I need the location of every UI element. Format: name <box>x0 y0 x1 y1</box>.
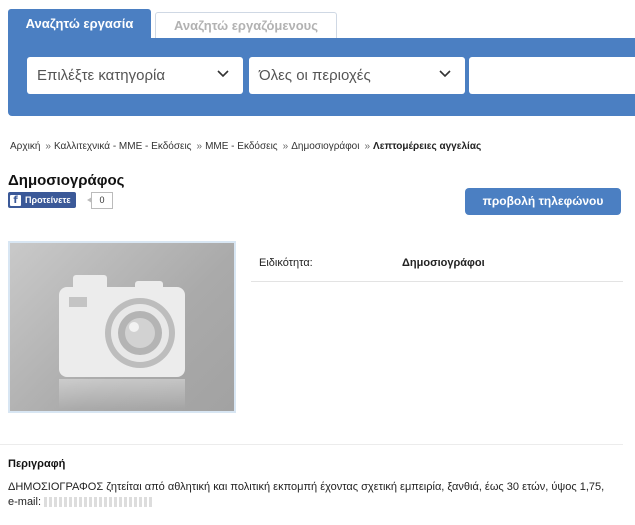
camera-placeholder-icon <box>59 275 185 409</box>
breadcrumb-separator: » <box>196 141 203 152</box>
facebook-like-count: 0 <box>87 192 113 209</box>
search-panel: Επιλέξτε κατηγορία Όλες οι περιοχές <box>8 38 635 116</box>
breadcrumb-journalists[interactable]: Δημοσιογράφοι <box>291 141 359 152</box>
region-select[interactable]: Όλες οι περιοχές <box>249 57 465 94</box>
category-select-label: Επιλέξτε κατηγορία <box>37 67 166 84</box>
specialty-label: Ειδικότητα: <box>259 257 313 269</box>
tab-employer[interactable]: Αναζητώ εργαζόμενους <box>155 12 337 39</box>
breadcrumb-current: Λεπτομέρειες αγγελίας <box>373 141 482 152</box>
facebook-icon: f <box>10 194 21 206</box>
breadcrumb-separator: » <box>282 141 289 152</box>
breadcrumb-separator: » <box>364 141 371 152</box>
breadcrumb: Αρχική» Καλλιτεχνικά - ΜΜΕ - Εκδόσεις» ΜΜΕ… <box>10 141 481 152</box>
redacted-email <box>44 497 155 508</box>
breadcrumb-media-publications[interactable]: ΜΜΕ - Εκδόσεις <box>205 141 278 152</box>
description-text: ΔΗΜΟΣΙΟΓΡΑΦΟΣ ζητείται από αθλητική και … <box>8 480 608 510</box>
divider <box>251 281 623 282</box>
tab-job-seeker[interactable]: Αναζητώ εργασία <box>8 9 151 39</box>
breadcrumb-arts-media[interactable]: Καλλιτεχνικά - ΜΜΕ - Εκδόσεις <box>54 141 192 152</box>
divider <box>0 444 623 445</box>
show-phone-button[interactable]: προβολή τηλεφώνου <box>465 188 621 215</box>
description-heading: Περιγραφή <box>8 458 66 470</box>
region-select-label: Όλες οι περιοχές <box>259 67 371 84</box>
category-select[interactable]: Επιλέξτε κατηγορία <box>27 57 243 94</box>
breadcrumb-separator: » <box>45 141 51 152</box>
facebook-like-label: Προτείνετε <box>25 195 71 205</box>
chevron-down-icon <box>439 70 451 78</box>
page-title: Δημοσιογράφος <box>8 172 125 189</box>
facebook-like-button[interactable]: f Προτείνετε <box>8 192 76 208</box>
breadcrumb-home[interactable]: Αρχική <box>10 141 40 152</box>
chevron-down-icon <box>217 70 229 78</box>
keyword-input[interactable] <box>469 57 635 94</box>
listing-photo <box>8 241 236 413</box>
specialty-value: Δημοσιογράφοι <box>402 257 485 269</box>
